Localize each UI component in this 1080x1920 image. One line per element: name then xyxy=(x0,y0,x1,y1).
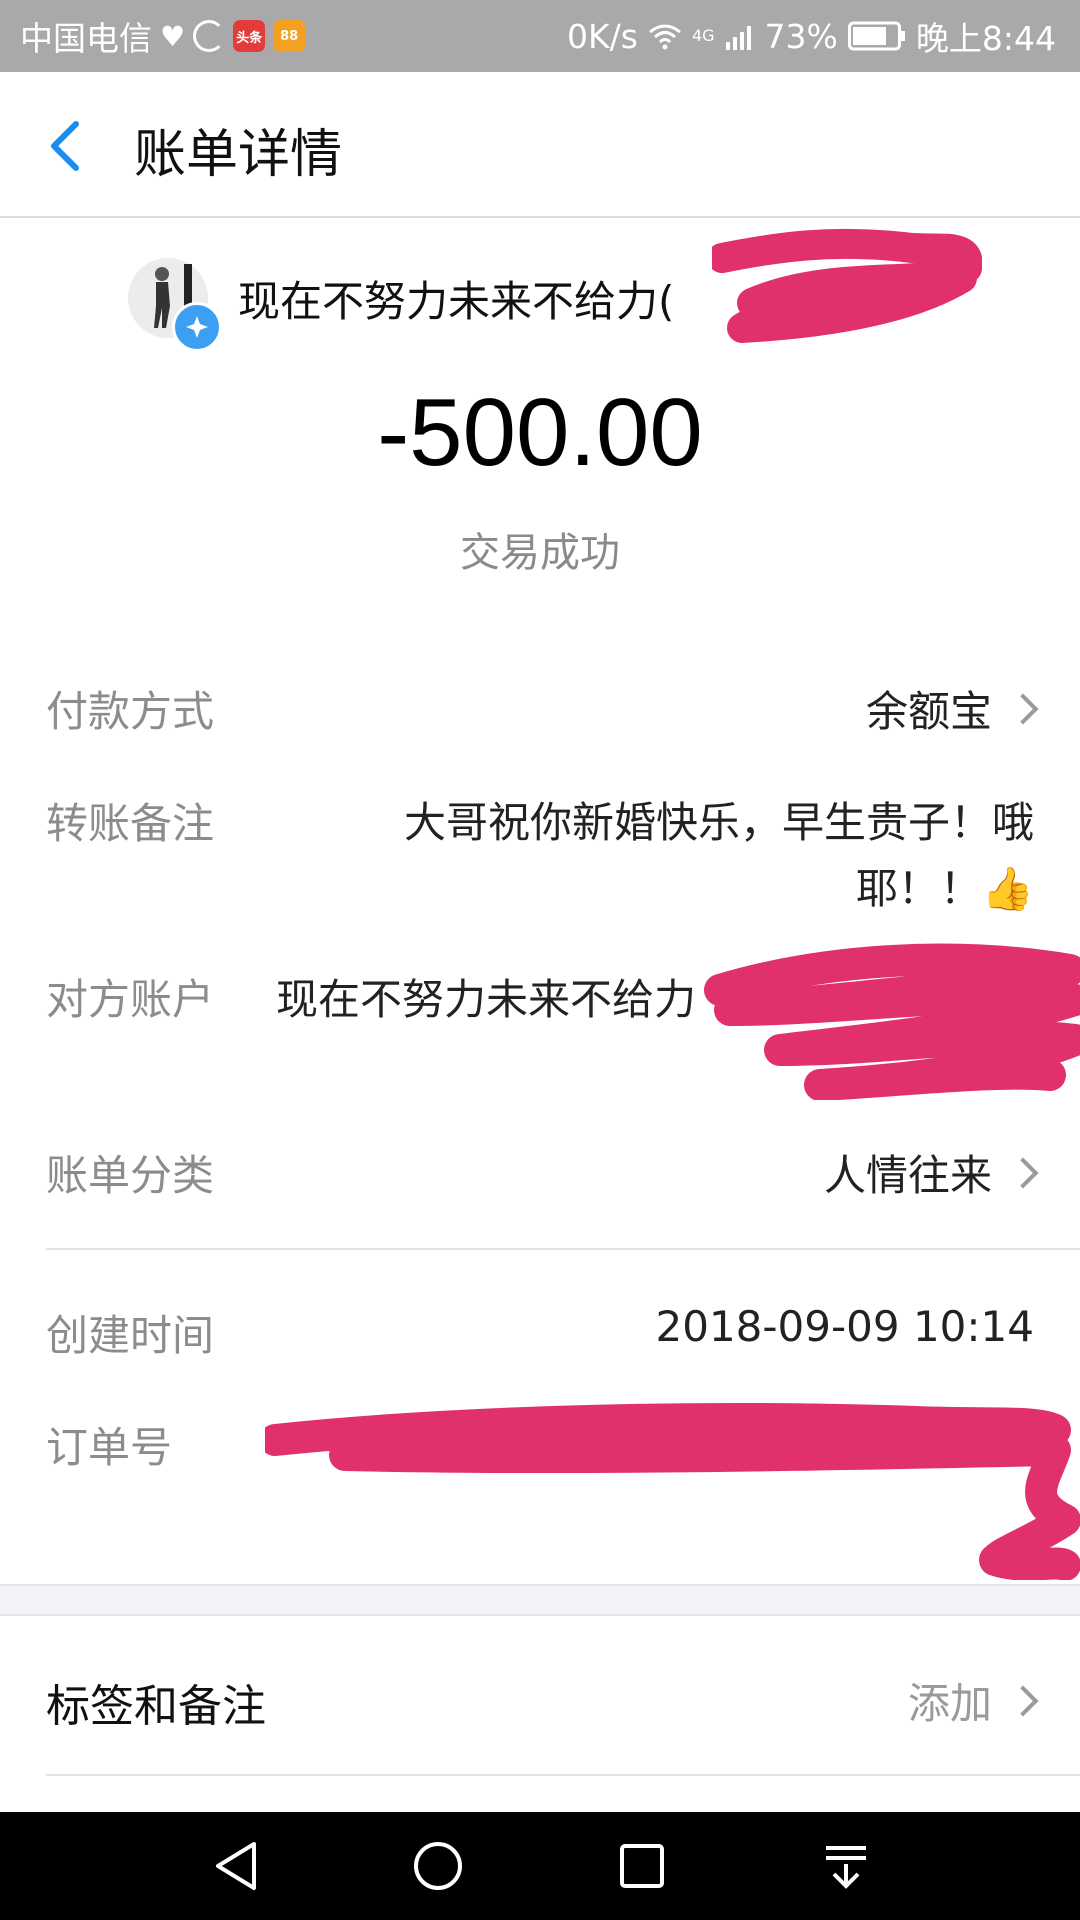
divider xyxy=(46,1774,1080,1776)
created-time-value: 2018-09-09 10:14 xyxy=(656,1302,1034,1351)
created-time-text: 2018-09-09 10:14 xyxy=(655,1302,1034,1351)
category-row[interactable]: 人情往来 xyxy=(823,1142,1039,1203)
network-type: 4G xyxy=(691,26,715,45)
chevron-right-icon xyxy=(1007,1156,1039,1189)
payment-method-row[interactable]: 余额宝 xyxy=(865,678,1039,739)
page-title: 账单详情 xyxy=(134,125,343,185)
battery-percent: 73% xyxy=(764,16,838,56)
tags-add-button[interactable]: 添加 xyxy=(907,1670,1039,1731)
tags-notes-label: 标签和备注 xyxy=(46,1681,266,1732)
loading-ring-icon xyxy=(193,20,226,52)
toutiao-app-icon: 头条 xyxy=(233,20,266,52)
chevron-right-icon xyxy=(1007,692,1039,725)
order-number-label: 订单号 xyxy=(46,1423,173,1472)
nav-home-icon xyxy=(414,1842,462,1890)
payee-name: 现在不努力未来不给力( xyxy=(238,276,675,326)
nav-back-button[interactable] xyxy=(208,1838,264,1898)
back-arrow-icon xyxy=(51,121,79,171)
payee-row[interactable]: 现在不努力未来不给力( xyxy=(128,258,675,352)
status-bar: 中国电信 ♥ 头条 88 0K/s 4G 73% 晚上8:44 xyxy=(0,0,1080,72)
heart-icon: ♥ xyxy=(160,19,186,53)
nav-home-button[interactable] xyxy=(410,1838,466,1898)
back-button[interactable] xyxy=(46,120,82,176)
verified-icon xyxy=(172,302,222,352)
category-value: 人情往来 xyxy=(823,1151,992,1200)
remark-value: 大哥祝你新婚快乐，早生贵子！哦耶！！👍 xyxy=(403,798,1034,913)
nav-notifications-icon xyxy=(826,1846,866,1889)
battery-icon xyxy=(847,21,905,51)
nav-back-icon xyxy=(216,1842,256,1890)
tags-add-label: 添加 xyxy=(907,1679,992,1728)
system-navigation-bar xyxy=(0,1812,1080,1920)
remark-label: 转账备注 xyxy=(46,799,215,848)
created-time-label: 创建时间 xyxy=(46,1311,215,1360)
category-label: 账单分类 xyxy=(46,1151,215,1200)
wifi-icon xyxy=(649,24,681,50)
counterparty-value: 现在不努力未来不给力 xyxy=(276,975,697,1024)
redaction-mark xyxy=(712,228,982,343)
chevron-right-icon xyxy=(1007,1684,1039,1717)
section-separator xyxy=(0,1584,1080,1616)
app-icon-88: 88 xyxy=(273,20,306,52)
payment-method-label: 付款方式 xyxy=(46,687,215,736)
clock: 晚上8:44 xyxy=(915,19,1056,58)
signal-icon xyxy=(725,26,751,50)
title-bar: 账单详情 xyxy=(0,72,1080,218)
net-speed: 0K/s xyxy=(567,16,638,56)
redaction-mark xyxy=(265,1403,1080,1580)
nav-notifications-button[interactable] xyxy=(818,1838,874,1898)
amount: -500.00 xyxy=(377,379,703,486)
nav-recents-button[interactable] xyxy=(614,1838,670,1898)
transaction-status: 交易成功 xyxy=(460,530,620,576)
avatar xyxy=(128,258,222,352)
counterparty-label: 对方账户 xyxy=(46,975,215,1024)
nav-recents-icon xyxy=(620,1844,664,1888)
carrier-label: 中国电信 xyxy=(20,19,152,58)
divider xyxy=(46,1248,1080,1250)
payment-method-value: 余额宝 xyxy=(865,687,992,736)
redaction-mark xyxy=(704,943,1080,1100)
